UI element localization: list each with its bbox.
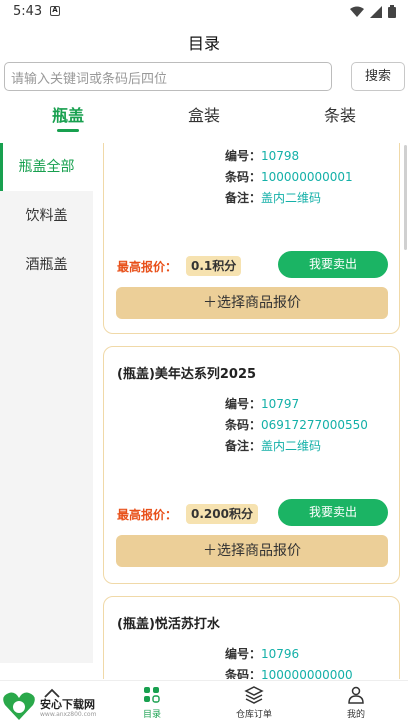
heart-logo-icon [3, 692, 35, 720]
tab-active-indicator [57, 129, 79, 132]
scrollbar[interactable] [404, 145, 407, 250]
sidebar-item-drink-caps[interactable]: 饮料盖 [0, 192, 93, 240]
product-list: 编号：10798 条码：100000000001 备注：盖内二维码 最高报价： … [93, 143, 408, 679]
product-barcode: 条码：100000000001 [225, 170, 353, 184]
price-label: 最高报价： [117, 508, 178, 522]
product-number: 编号：10798 [225, 149, 300, 163]
tab-boxed[interactable]: 盒装 [164, 102, 244, 126]
notification-icon: A [50, 6, 60, 16]
sidebar-item-all-caps[interactable]: 瓶盖全部 [0, 143, 93, 191]
status-bar: 5:43 A [0, 0, 408, 24]
sell-button[interactable]: 我要卖出 [278, 499, 388, 526]
sidebar-item-wine-caps[interactable]: 酒瓶盖 [0, 241, 93, 289]
quote-button[interactable]: ＋选择商品报价 [116, 535, 388, 567]
category-tabs: 瓶盖 盒装 条装 [0, 98, 408, 138]
nav-label: 我的 [346, 710, 365, 720]
wifi-icon [350, 6, 364, 17]
tab-bottle-cap[interactable]: 瓶盖 [28, 102, 108, 126]
nav-profile[interactable]: 我的 [326, 685, 386, 720]
search-input[interactable]: 请输入关键词或条码后四位 [4, 62, 332, 91]
sidebar-active-indicator [0, 143, 3, 191]
product-card: (瓶盖)美年达系列2025 编号：10797 条码：06917277000550… [103, 346, 400, 584]
product-barcode: 条码：06917277000550 [225, 418, 368, 432]
product-barcode: 条码：100000000000 [225, 668, 353, 679]
sell-button[interactable]: 我要卖出 [278, 251, 388, 278]
watermark-logo: 安心下载网 www.anxz800.com [2, 688, 112, 724]
product-note: 备注：盖内二维码 [225, 439, 322, 453]
page-title: 目录 [187, 34, 220, 53]
status-time: 5:43 [13, 4, 43, 19]
product-title: (瓶盖)美年达系列2025 [117, 367, 257, 382]
product-card: (瓶盖)悦活苏打水 编号：10796 条码：100000000000 [103, 596, 400, 679]
quote-button[interactable]: ＋选择商品报价 [116, 287, 388, 319]
product-card: 编号：10798 条码：100000000001 备注：盖内二维码 最高报价： … [103, 143, 400, 334]
watermark-url: www.anxz800.com [40, 711, 97, 718]
nav-label: 目录 [142, 710, 161, 720]
signal-icon [370, 5, 382, 18]
status-icons [350, 5, 396, 18]
nav-label: 仓库订单 [235, 710, 272, 720]
nav-catalog[interactable]: 目录 [122, 685, 182, 720]
price-value: 0.1积分 [186, 256, 242, 276]
product-note: 备注：盖内二维码 [225, 191, 322, 205]
layers-icon [244, 686, 264, 704]
user-icon [348, 686, 364, 704]
battery-icon [388, 5, 396, 18]
tab-carton[interactable]: 条装 [300, 102, 380, 126]
search-button[interactable]: 搜索 [351, 62, 405, 91]
product-number: 编号：10797 [225, 397, 300, 411]
price-label: 最高报价： [117, 260, 178, 274]
product-number: 编号：10796 [225, 647, 300, 661]
grid-icon [144, 687, 160, 703]
price-value: 0.200积分 [186, 504, 258, 524]
nav-warehouse-orders[interactable]: 仓库订单 [224, 685, 284, 720]
sidebar: 瓶盖全部 饮料盖 酒瓶盖 [0, 143, 93, 663]
watermark-title: 安心下载网 [40, 698, 95, 711]
product-title: (瓶盖)悦活苏打水 [117, 617, 220, 632]
